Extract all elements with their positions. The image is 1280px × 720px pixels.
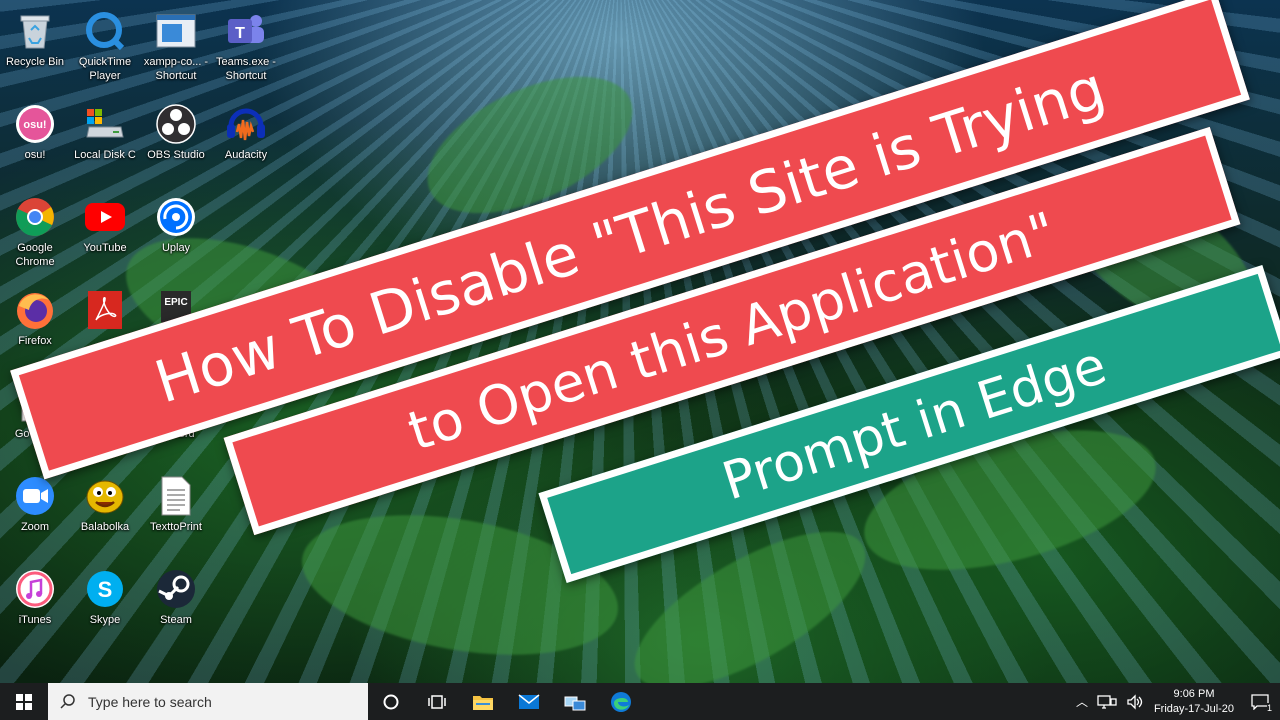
show-hidden-icons-chevron-up-icon[interactable]: ︿ <box>1072 693 1092 710</box>
desktop-icon-xampp[interactable]: xampp-co... - Shortcut <box>141 4 211 88</box>
youtube-icon <box>84 196 126 238</box>
xampp-shortcut-icon <box>155 10 197 52</box>
taskbar-clock[interactable]: 9:06 PM Friday-17-Jul-20 <box>1148 687 1240 717</box>
desktop-icon-steam[interactable]: Steam <box>141 562 211 646</box>
network-status-icon[interactable] <box>1096 694 1118 710</box>
chrome-icon <box>14 196 56 238</box>
edge-button[interactable] <box>598 683 644 720</box>
steam-icon <box>155 568 197 610</box>
mail-button[interactable] <box>506 683 552 720</box>
edge-icon <box>611 691 631 712</box>
desktop-icon-texttoprint[interactable]: TexttoPrint <box>141 469 211 553</box>
desktop-icon-label: Uplay <box>161 242 191 254</box>
desktop-icon-osu[interactable]: osu! osu! <box>0 97 70 181</box>
desktop-icon-label: Google Chrome <box>15 242 55 268</box>
desktop-icon-label: Audacity <box>224 149 268 161</box>
system-tray: ︿ 9:06 PM Friday-17-Jul-20 1 <box>1072 683 1280 720</box>
teams-icon: T <box>225 10 267 52</box>
network-app-icon <box>564 696 586 710</box>
svg-text:S: S <box>98 577 113 602</box>
task-view-icon <box>428 694 446 709</box>
desktop-icon-label: iTunes <box>18 614 52 626</box>
quicktime-icon <box>84 10 126 52</box>
balabolka-icon <box>84 475 126 517</box>
svg-text:osu!: osu! <box>23 119 46 131</box>
desktop-icon-uplay[interactable]: Uplay <box>141 190 211 274</box>
local-disk-icon <box>84 103 126 145</box>
desktop-icon-label: QuickTime Player <box>78 56 132 82</box>
network-app-button[interactable] <box>552 683 598 720</box>
clock-time: 9:06 PM <box>1173 687 1215 700</box>
windows-logo-icon <box>16 693 32 710</box>
obs-icon <box>155 103 197 145</box>
itunes-icon <box>14 568 56 610</box>
desktop-icon-label: Firefox <box>18 335 52 347</box>
file-explorer-icon <box>473 695 493 710</box>
desktop-icon-label: osu! <box>24 149 46 161</box>
osu-icon: osu! <box>14 103 56 145</box>
desktop-icon-audacity[interactable]: Audacity <box>211 97 281 181</box>
desktop-icon-quicktime[interactable]: QuickTime Player <box>70 4 140 88</box>
search-placeholder: Type here to search <box>88 693 212 710</box>
taskbar-search-box[interactable]: Type here to search <box>48 683 368 720</box>
notification-count-badge: 1 <box>1266 703 1272 713</box>
recycle-bin-icon <box>14 10 56 52</box>
cortana-button[interactable] <box>368 683 414 720</box>
mail-icon <box>518 693 540 709</box>
desktop-icon-label: Skype <box>89 614 121 626</box>
desktop[interactable]: Recycle Bin QuickTime Player xampp-co...… <box>0 0 1280 683</box>
desktop-icon-label: Zoom <box>20 521 50 533</box>
desktop-icon-label: Teams.exe - Shortcut <box>216 56 276 82</box>
desktop-icon-balabolka[interactable]: Balabolka <box>70 469 140 553</box>
firefox-icon <box>14 289 56 331</box>
acrobat-icon <box>84 289 126 331</box>
audacity-icon <box>225 103 267 145</box>
desktop-icon-local-disk[interactable]: Local Disk C <box>70 97 140 181</box>
skype-icon: S <box>84 568 126 610</box>
desktop-icon-label: xampp-co... - Shortcut <box>143 56 209 82</box>
desktop-icon-recycle-bin[interactable]: Recycle Bin <box>0 4 70 88</box>
desktop-icon-label: YouTube <box>83 242 127 254</box>
uplay-icon <box>155 196 197 238</box>
cortana-icon <box>383 694 399 709</box>
taskbar: Type here to search ︿ 9:06 PM Friday-17-… <box>0 683 1280 720</box>
desktop-icon-skype[interactable]: S Skype <box>70 562 140 646</box>
search-icon <box>60 693 75 709</box>
volume-icon[interactable] <box>1126 693 1144 710</box>
file-explorer-button[interactable] <box>460 683 506 720</box>
desktop-icon-label: OBS Studio <box>147 149 205 161</box>
zoom-icon <box>14 475 56 517</box>
task-view-button[interactable] <box>414 683 460 720</box>
desktop-icon-obs[interactable]: OBS Studio <box>141 97 211 181</box>
desktop-icon-label: Balabolka <box>80 521 130 533</box>
desktop-icon-zoom[interactable]: Zoom <box>0 469 70 553</box>
desktop-icon-youtube[interactable]: YouTube <box>70 190 140 274</box>
desktop-icon-label: Recycle Bin <box>5 56 65 68</box>
action-center-button[interactable]: 1 <box>1240 683 1280 720</box>
clock-date: Friday-17-Jul-20 <box>1153 702 1235 715</box>
desktop-icon-chrome[interactable]: Google Chrome <box>0 190 70 274</box>
svg-text:EPIC: EPIC <box>164 297 187 308</box>
svg-text:T: T <box>235 25 245 42</box>
desktop-icon-label: TexttoPrint <box>150 521 202 533</box>
desktop-icon-label: Steam <box>160 614 192 626</box>
start-button[interactable] <box>0 683 48 720</box>
text-file-icon <box>155 475 197 517</box>
desktop-icon-itunes[interactable]: iTunes <box>0 562 70 646</box>
desktop-icon-teams[interactable]: T Teams.exe - Shortcut <box>211 4 281 88</box>
desktop-icon-label: Local Disk C <box>74 149 136 161</box>
